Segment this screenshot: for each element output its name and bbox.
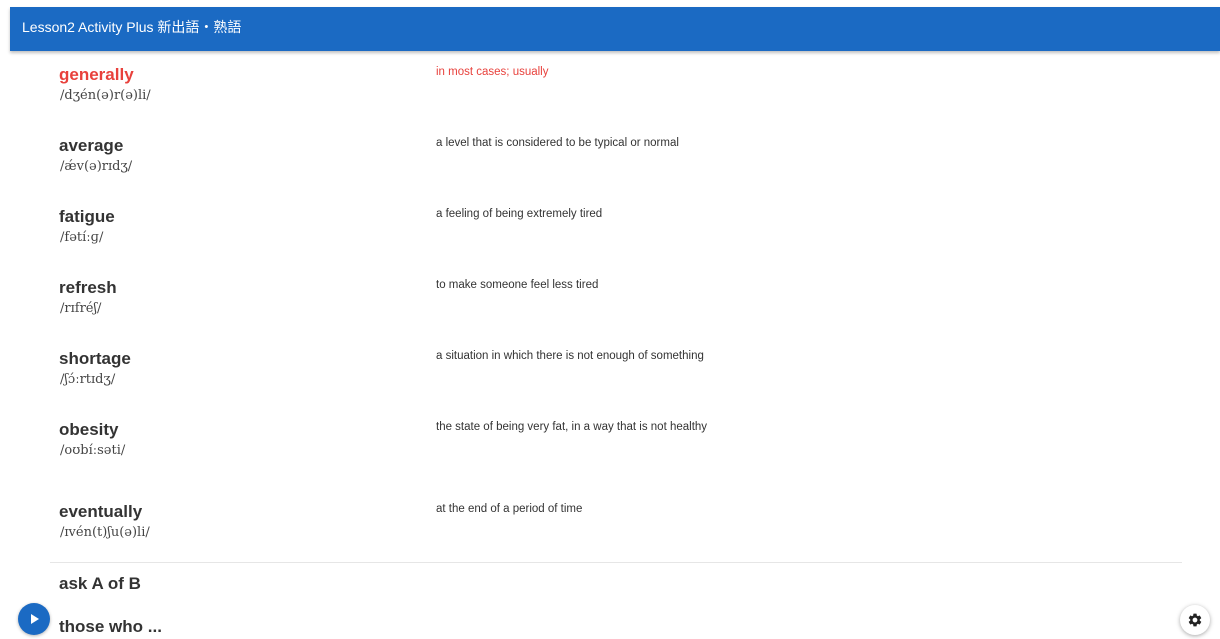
play-button[interactable] — [18, 603, 50, 635]
vocabulary-page: Lesson2 Activity Plus 新出語・熟語 generally /… — [0, 0, 1220, 639]
entry-pronunciation: /rɪfréʃ/ — [60, 301, 102, 316]
entry-word: refresh — [59, 278, 117, 297]
entry-definition: at the end of a period of time — [436, 503, 583, 515]
entry-word: eventually — [59, 502, 143, 521]
entry-definition: the state of being very fat, in a way th… — [436, 421, 708, 433]
gear-icon — [1188, 613, 1202, 627]
entry-pronunciation: /ʃɔ́ːrtɪdʒ/ — [60, 372, 116, 387]
entry-pronunciation: /fətíːɡ/ — [60, 230, 104, 245]
entry-definition: in most cases; usually — [436, 66, 549, 78]
entry-word: shortage — [59, 349, 131, 368]
entry-definition: a feeling of being extremely tired — [436, 208, 603, 220]
phrase-item[interactable]: ask A of B — [59, 573, 141, 595]
entry-definition: to make someone feel less tired — [436, 279, 599, 291]
entry-definition: a situation in which there is not enough… — [436, 350, 704, 362]
entry-pronunciation: /ɪvén(t)ʃu(ə)li/ — [60, 525, 150, 540]
entry-pronunciation: /dʒén(ə)r(ə)li/ — [60, 88, 151, 103]
entry-word: generally — [59, 65, 134, 84]
section-divider — [50, 562, 1182, 563]
entry-word: obesity — [59, 420, 119, 439]
settings-button[interactable] — [1180, 605, 1210, 635]
entry-pronunciation: /ǽv(ə)rɪdʒ/ — [60, 159, 133, 174]
play-icon — [31, 614, 39, 624]
app-bar: Lesson2 Activity Plus 新出語・熟語 — [10, 7, 1220, 51]
entry-definition: a level that is considered to be typical… — [436, 137, 679, 149]
entry-word: fatigue — [59, 207, 115, 226]
phrase-item[interactable]: those who ... — [59, 616, 162, 638]
page-title: Lesson2 Activity Plus 新出語・熟語 — [22, 19, 242, 35]
entry-pronunciation: /oʊbíːsəti/ — [60, 443, 126, 458]
entry-word: average — [59, 136, 124, 155]
